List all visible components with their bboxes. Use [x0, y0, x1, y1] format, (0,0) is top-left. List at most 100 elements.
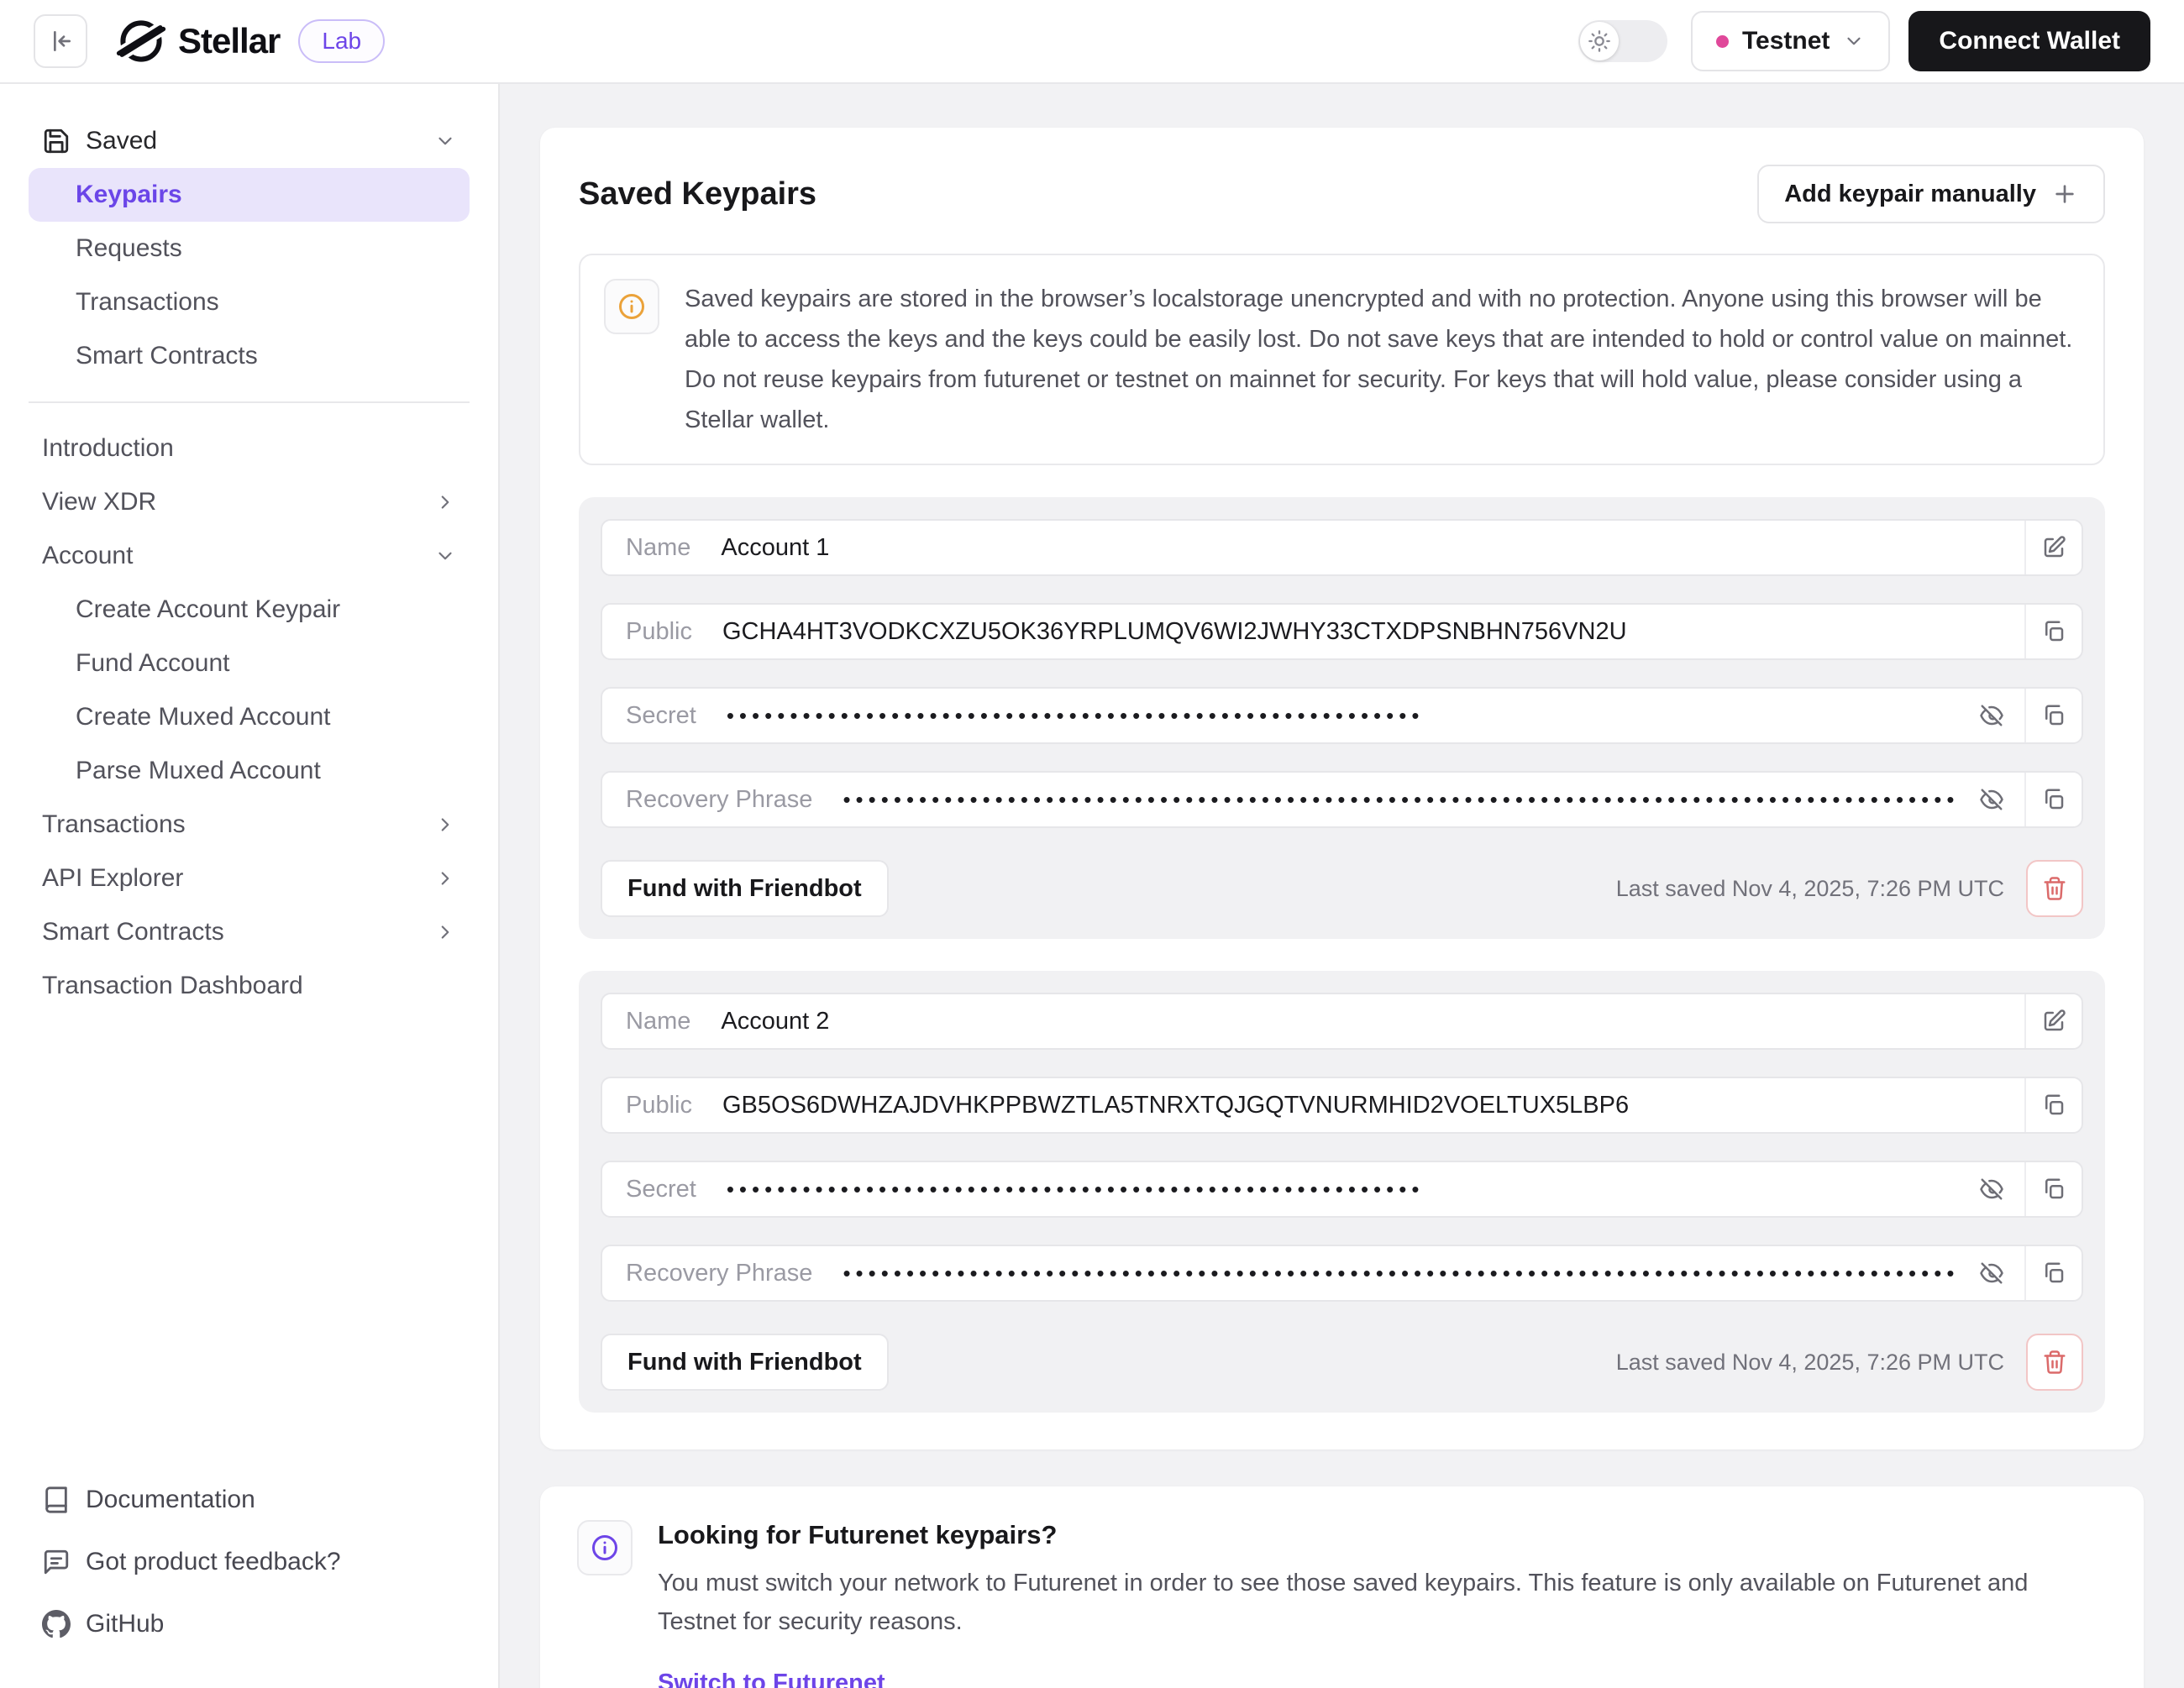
name-row: Name Account 1: [601, 519, 2083, 576]
plus-icon: [2051, 181, 2078, 207]
github-icon: [42, 1610, 71, 1638]
sidebar-group-smart-contracts[interactable]: Smart Contracts: [29, 905, 470, 959]
network-selector[interactable]: Testnet: [1691, 11, 1890, 71]
brand-name: Stellar: [178, 21, 280, 61]
futurenet-title: Looking for Futurenet keypairs?: [658, 1520, 2107, 1550]
edit-name-button[interactable]: [2024, 521, 2082, 574]
recovery-label: Recovery Phrase: [626, 786, 812, 814]
sidebar-item-saved-smart-contracts[interactable]: Smart Contracts: [29, 329, 470, 383]
recovery-label: Recovery Phrase: [626, 1260, 812, 1287]
copy-icon: [2041, 619, 2066, 644]
sidebar-group-api-explorer[interactable]: API Explorer: [29, 852, 470, 905]
copy-icon: [2041, 1261, 2066, 1286]
stellar-logo[interactable]: Stellar Lab: [116, 16, 385, 66]
recovery-masked-value: ••••••••••••••••••••••••••••••••••••••••…: [843, 771, 1959, 828]
sidebar-item-fund-account[interactable]: Fund Account: [29, 637, 470, 690]
connect-wallet-button[interactable]: Connect Wallet: [1908, 11, 2150, 71]
sun-icon: [1588, 29, 1611, 53]
eye-off-icon: [1979, 1177, 2004, 1202]
last-saved-text: Last saved Nov 4, 2025, 7:26 PM UTC: [1616, 876, 2004, 902]
public-label: Public: [626, 1092, 692, 1119]
name-label: Name: [626, 534, 690, 562]
chevron-right-icon: [434, 814, 456, 836]
sidebar-item-transaction-dashboard[interactable]: Transaction Dashboard: [29, 959, 470, 1013]
sidebar-group-account[interactable]: Account: [29, 529, 470, 583]
save-icon: [42, 127, 71, 155]
sidebar-divider: [29, 401, 470, 403]
warning-icon-tile: [604, 279, 659, 334]
copy-recovery-button[interactable]: [2024, 1246, 2082, 1300]
sidebar-item-requests[interactable]: Requests: [29, 222, 470, 275]
fund-with-friendbot-button[interactable]: Fund with Friendbot: [601, 1334, 889, 1391]
copy-recovery-button[interactable]: [2024, 773, 2082, 826]
trash-icon: [2042, 876, 2067, 901]
edit-icon: [2041, 535, 2066, 560]
collapse-sidebar-icon: [47, 28, 74, 55]
chevron-down-icon: [434, 130, 456, 152]
last-saved-text: Last saved Nov 4, 2025, 7:26 PM UTC: [1616, 1350, 2004, 1376]
sidebar-group-transactions[interactable]: Transactions: [29, 798, 470, 852]
keypair-card: Name Account 1 Public GCHA4HT3VODKCXZU5O…: [579, 497, 2105, 939]
lab-badge: Lab: [298, 19, 385, 63]
sidebar-item-saved-transactions[interactable]: Transactions: [29, 275, 470, 329]
edit-icon: [2041, 1009, 2066, 1034]
sidebar-link-feedback[interactable]: Got product feedback?: [29, 1535, 470, 1589]
secret-key-row: Secret •••••••••••••••••••••••••••••••••…: [601, 1161, 2083, 1218]
secret-label: Secret: [626, 702, 696, 730]
copy-icon: [2041, 787, 2066, 812]
sidebar: Saved Keypairs Requests Transactions Sma…: [0, 84, 500, 1688]
name-label: Name: [626, 1008, 690, 1035]
copy-public-button[interactable]: [2024, 1078, 2082, 1132]
warning-text: Saved keypairs are stored in the browser…: [685, 279, 2080, 440]
secret-masked-value: ••••••••••••••••••••••••••••••••••••••••…: [727, 687, 1959, 744]
copy-secret-button[interactable]: [2024, 1162, 2082, 1216]
public-key-value: GCHA4HT3VODKCXZU5OK36YRPLUMQV6WI2JWHY33C…: [722, 618, 1627, 646]
public-key-row: Public GCHA4HT3VODKCXZU5OK36YRPLUMQV6WI2…: [601, 603, 2083, 660]
chevron-right-icon: [434, 868, 456, 889]
saved-keypairs-panel: Saved Keypairs Add keypair manually Save…: [540, 128, 2144, 1449]
copy-public-button[interactable]: [2024, 605, 2082, 658]
sidebar-item-introduction[interactable]: Introduction: [29, 422, 470, 475]
theme-toggle[interactable]: [1578, 20, 1667, 62]
sidebar-item-parse-muxed-account[interactable]: Parse Muxed Account: [29, 744, 470, 798]
book-icon: [42, 1486, 71, 1514]
copy-secret-button[interactable]: [2024, 689, 2082, 742]
sidebar-item-create-muxed-account[interactable]: Create Muxed Account: [29, 690, 470, 744]
name-value: Account 2: [721, 1008, 829, 1035]
sidebar-footer: Documentation Got product feedback? GitH…: [29, 1473, 470, 1651]
recovery-phrase-row: Recovery Phrase ••••••••••••••••••••••••…: [601, 1245, 2083, 1302]
chevron-right-icon: [434, 921, 456, 943]
collapse-sidebar-button[interactable]: [34, 14, 87, 68]
info-icon: [590, 1533, 620, 1563]
content-area: Saved Keypairs Add keypair manually Save…: [500, 84, 2184, 1688]
sidebar-item-view-xdr[interactable]: View XDR: [29, 475, 470, 529]
app-header: Stellar Lab Testnet Connect Wallet: [0, 0, 2184, 84]
switch-to-futurenet-link[interactable]: Switch to Futurenet: [658, 1670, 885, 1688]
fund-with-friendbot-button[interactable]: Fund with Friendbot: [601, 860, 889, 917]
futurenet-icon-tile: [577, 1520, 633, 1575]
delete-keypair-button[interactable]: [2026, 860, 2083, 917]
toggle-recovery-visibility-button[interactable]: [1979, 1261, 2004, 1286]
copy-icon: [2041, 1093, 2066, 1118]
public-label: Public: [626, 618, 692, 646]
eye-off-icon: [1979, 787, 2004, 812]
eye-off-icon: [1979, 703, 2004, 728]
toggle-secret-visibility-button[interactable]: [1979, 1177, 2004, 1202]
public-key-row: Public GB5OS6DWHZAJDVHKPPBWZTLA5TNRXTQJG…: [601, 1077, 2083, 1134]
sidebar-group-saved[interactable]: Saved: [29, 114, 470, 168]
delete-keypair-button[interactable]: [2026, 1334, 2083, 1391]
sidebar-item-keypairs[interactable]: Keypairs: [29, 168, 470, 222]
sidebar-item-create-account-keypair[interactable]: Create Account Keypair: [29, 583, 470, 637]
toggle-secret-visibility-button[interactable]: [1979, 703, 2004, 728]
page-title: Saved Keypairs: [579, 176, 816, 212]
recovery-masked-value: ••••••••••••••••••••••••••••••••••••••••…: [843, 1245, 1959, 1302]
edit-name-button[interactable]: [2024, 994, 2082, 1048]
futurenet-info-panel: Looking for Futurenet keypairs? You must…: [540, 1486, 2144, 1688]
network-status-dot: [1716, 35, 1729, 48]
feedback-bubble-icon: [42, 1548, 71, 1576]
toggle-recovery-visibility-button[interactable]: [1979, 787, 2004, 812]
keypair-card: Name Account 2 Public GB5OS6DWHZAJDVHKPP…: [579, 971, 2105, 1413]
sidebar-link-github[interactable]: GitHub: [29, 1597, 470, 1651]
sidebar-link-documentation[interactable]: Documentation: [29, 1473, 470, 1527]
add-keypair-button[interactable]: Add keypair manually: [1757, 165, 2105, 223]
